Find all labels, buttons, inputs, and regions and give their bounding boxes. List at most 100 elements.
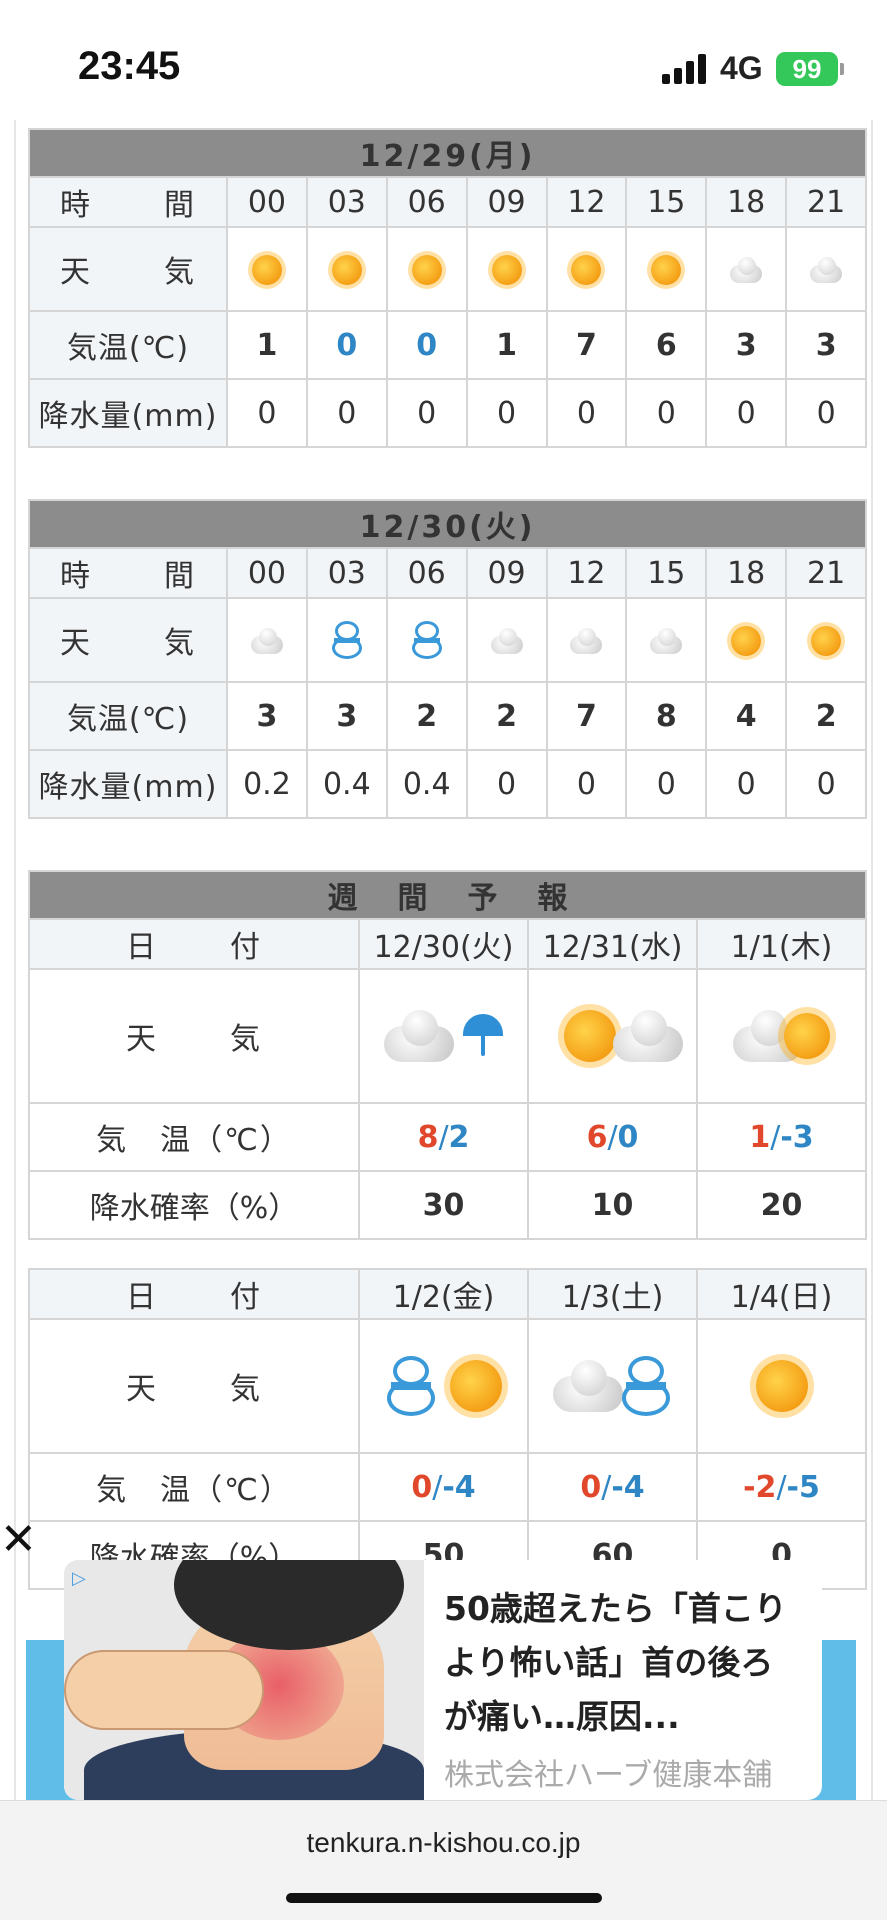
temp-cell: 1/-3 [696, 1102, 867, 1172]
date-cell: 1/4(日) [696, 1268, 867, 1320]
temp-cell: 3 [305, 681, 388, 751]
low-temp: 2 [448, 1119, 470, 1155]
sun-icon [491, 255, 522, 285]
hour-cell: 21 [785, 547, 868, 599]
adchoices-icon[interactable]: ▷ [72, 1568, 94, 1590]
temp-cell: 0 [305, 310, 388, 380]
battery-tip [840, 63, 844, 75]
status-time: 23:45 [78, 44, 181, 88]
temp-label: 気 温（℃） [28, 1452, 360, 1522]
sun-icon [731, 626, 762, 656]
temp-cell: 2 [785, 681, 868, 751]
weather-cell [785, 226, 868, 312]
low-temp: -3 [780, 1119, 814, 1155]
precip-cell: 0 [785, 749, 868, 819]
hour-cell: 00 [226, 176, 308, 228]
snowman-icon [330, 621, 364, 659]
temp-separator: / [607, 1119, 618, 1155]
temp-cell: 6/0 [527, 1102, 698, 1172]
date-cell: 1/1(木) [696, 918, 867, 970]
weather-cell [545, 226, 628, 312]
weather-cell [696, 1318, 867, 1454]
sun-icon [571, 255, 602, 285]
hour-cell: 18 [705, 176, 788, 228]
ad-sponsor[interactable]: 株式会社ハーブ健康本舗 [444, 1750, 772, 1794]
hour-cell: 12 [545, 176, 628, 228]
hour-cell: 15 [625, 547, 708, 599]
temp-separator: / [601, 1469, 612, 1505]
temp-cell: 2 [465, 681, 548, 751]
temp-cell: 3 [705, 310, 788, 380]
date-cell: 1/3(土) [527, 1268, 698, 1320]
date-cell: 12/30(火) [358, 918, 529, 970]
weather-cell [226, 597, 308, 683]
close-ad-button[interactable]: ✕ [0, 1514, 37, 1565]
weather-cell [465, 597, 548, 683]
snowman-icon [385, 1356, 437, 1416]
umbrella-icon [463, 1014, 504, 1058]
ad-title[interactable]: 50歳超えたら「首こりより怖い話」首の後ろが痛い…原因... [444, 1582, 804, 1744]
weather-cell [465, 226, 548, 312]
temp-cell: 3 [226, 681, 308, 751]
hour-cell: 21 [785, 176, 868, 228]
cloud-icon [613, 1010, 684, 1062]
ad-image[interactable] [64, 1560, 424, 1800]
precip-cell: 0 [625, 378, 708, 448]
low-temp: -5 [786, 1469, 820, 1505]
temp-cell: 8/2 [358, 1102, 529, 1172]
weather-cell [705, 597, 788, 683]
temp-cell: 6 [625, 310, 708, 380]
hour-cell: 18 [705, 547, 788, 599]
network-type: 4G [720, 50, 763, 86]
precip-label: 降水量(mm) [28, 749, 228, 819]
cloud-icon [552, 1360, 623, 1412]
ad-banner[interactable]: ▷ 50歳超えたら「首こりより怖い話」首の後ろが痛い…原因... 株式会社ハーブ… [64, 1560, 822, 1800]
precip-cell: 0 [785, 378, 868, 448]
sun-icon [651, 255, 682, 285]
day-header: 12/29(月) [27, 128, 868, 178]
battery-icon: 99 [776, 52, 838, 86]
precip-label: 降水量(mm) [28, 378, 228, 448]
hourly-table-1230: 12/30(火) 時 間 00 03 06 09 12 15 18 21 天 気… [27, 499, 868, 819]
temp-separator: / [432, 1469, 443, 1505]
temp-label: 気温(℃) [28, 310, 228, 380]
cellular-signal-icon [662, 52, 710, 84]
weather-cell [625, 597, 708, 683]
cloud-icon [383, 1010, 454, 1062]
home-indicator[interactable] [286, 1893, 602, 1903]
weather-cell [696, 968, 867, 1104]
browser-address-bar[interactable]: tenkura.n-kishou.co.jp [0, 1800, 887, 1920]
url-text[interactable]: tenkura.n-kishou.co.jp [0, 1827, 887, 1859]
precip-cell: 0.4 [305, 749, 388, 819]
weather-cell [527, 968, 698, 1104]
precip-cell: 0.4 [385, 749, 468, 819]
sun-icon [755, 1360, 808, 1412]
forecast-content: 12/29(月) 時 間 00 03 06 09 12 15 18 21 天 気… [14, 120, 873, 1800]
sun-icon [331, 255, 362, 285]
hour-cell: 00 [226, 547, 308, 599]
weekly-forecast-table-1: 週間予報 日 付 12/30(火) 12/31(水) 1/1(木) 天 気 気 … [28, 870, 867, 1240]
weather-label: 天 気 [28, 597, 228, 683]
snowman-icon [410, 621, 444, 659]
weather-cell [527, 1318, 698, 1454]
cloud-icon [648, 628, 684, 654]
high-temp: 0 [580, 1469, 602, 1505]
temp-cell: 0 [385, 310, 468, 380]
sun-icon [411, 255, 442, 285]
weather-cell [358, 968, 529, 1104]
weather-cell [385, 597, 468, 683]
precip-cell: 0 [465, 378, 548, 448]
hourly-table-1229: 12/29(月) 時 間 00 03 06 09 12 15 18 21 天 気… [27, 128, 868, 448]
rain-cell: 10 [527, 1170, 698, 1240]
high-temp: 8 [417, 1119, 439, 1155]
hour-cell: 03 [305, 176, 388, 228]
weather-cell [625, 226, 708, 312]
high-temp: 6 [586, 1119, 608, 1155]
hour-cell: 09 [465, 176, 548, 228]
precip-cell: 0 [625, 749, 708, 819]
hour-cell: 03 [305, 547, 388, 599]
date-label: 日 付 [28, 918, 360, 970]
sun-icon [563, 1010, 616, 1062]
temp-separator: / [776, 1469, 787, 1505]
rain-cell: 30 [358, 1170, 529, 1240]
